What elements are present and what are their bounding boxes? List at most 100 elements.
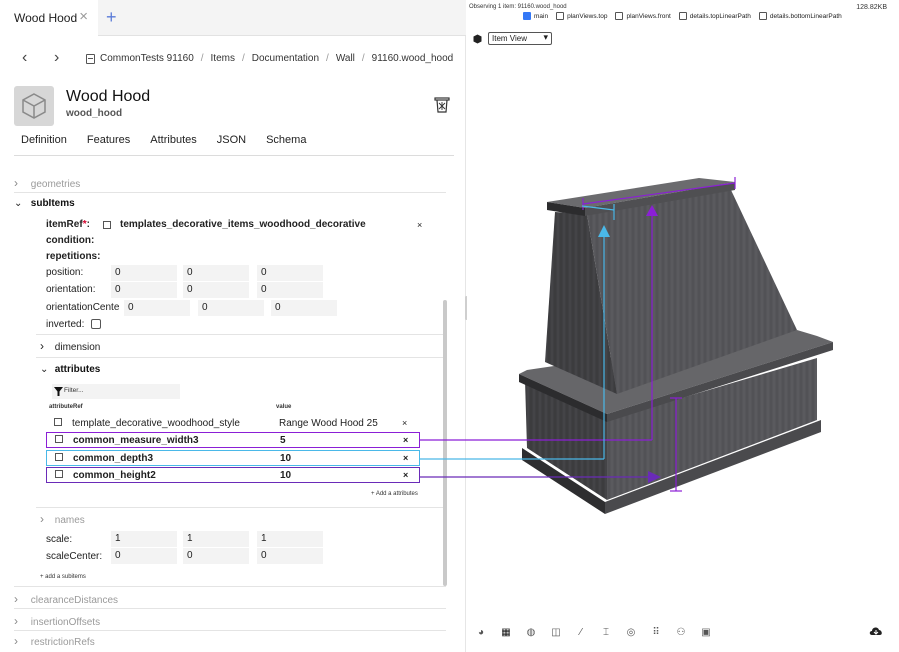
chevron-right-icon: › — [14, 592, 18, 606]
item-id: wood_hood — [66, 108, 123, 119]
remove-attribute-icon[interactable]: × — [403, 435, 408, 445]
attributes-filter[interactable]: Filter... — [52, 384, 180, 399]
section-restriction-refs[interactable]: › restrictionRefs — [14, 634, 444, 648]
attribute-row-highlighted[interactable]: common_measure_width3 5 × — [46, 432, 420, 448]
orientation-z-field[interactable]: 0 — [257, 282, 323, 298]
orientation-center-y-field[interactable]: 0 — [198, 300, 264, 316]
orientation-label: orientation: — [46, 284, 96, 295]
attribute-row[interactable]: template_decorative_woodhood_style Range… — [46, 416, 420, 432]
scrollbar[interactable] — [443, 300, 447, 586]
brush-icon[interactable]: ⁄ — [575, 626, 587, 638]
chevron-right-icon: › — [14, 634, 18, 648]
add-subitem-button[interactable]: + add a subitems — [40, 574, 86, 580]
remove-attribute-icon[interactable]: × — [403, 470, 408, 480]
section-insertion-offsets[interactable]: › insertionOffsets — [14, 614, 444, 628]
orientation-y-field[interactable]: 0 — [183, 282, 249, 298]
divider — [14, 155, 454, 156]
section-clearance-distances[interactable]: › clearanceDistances — [14, 592, 444, 606]
section-geometries[interactable]: › geometries — [14, 176, 444, 190]
chevron-down-icon: ⌄ — [14, 198, 23, 209]
forward-arrow-icon[interactable]: › — [54, 50, 59, 66]
checkbox[interactable] — [758, 12, 767, 20]
position-z-field[interactable]: 0 — [257, 265, 323, 281]
measure-icon[interactable]: ⌶ — [600, 626, 612, 638]
repetitions-label: repetitions: — [46, 251, 101, 262]
path-toggle-bottom-linear[interactable]: details.bottomLinearPath — [758, 12, 842, 20]
cube-icon — [22, 93, 46, 119]
close-tab-icon[interactable]: × — [79, 9, 88, 24]
remove-itemref-icon[interactable]: × — [417, 220, 422, 230]
trash-icon[interactable] — [434, 96, 450, 114]
compass-icon[interactable]: ◍ — [525, 626, 537, 638]
tab-features[interactable]: Features — [87, 134, 130, 146]
scale-center-y-field[interactable]: 0 — [183, 548, 249, 564]
tab-definition[interactable]: Definition — [21, 134, 67, 146]
section-subitems[interactable]: ⌄ subItems — [14, 198, 444, 209]
chevron-right-icon: › — [14, 614, 18, 628]
position-x-field[interactable]: 0 — [111, 265, 177, 281]
tab-schema[interactable]: Schema — [266, 134, 306, 146]
add-attribute-button[interactable]: + Add a attributes — [371, 491, 418, 497]
column-value: value — [276, 404, 292, 410]
checkbox[interactable] — [615, 12, 624, 20]
dots-icon[interactable]: ⠿ — [650, 626, 662, 638]
external-link-icon[interactable] — [55, 435, 63, 443]
checkbox[interactable] — [556, 12, 565, 20]
path-toggle-planviews-front[interactable]: planViews.front — [615, 12, 671, 20]
breadcrumb-wall[interactable]: Wall — [336, 53, 355, 64]
viewer-toolbar: ◕ ▦ ◍ ◫ ⁄ ⌶ ◎ ⠿ ⚇ ▣ — [475, 626, 712, 638]
path-toggle-main[interactable]: main — [523, 12, 548, 20]
position-label: position: — [46, 267, 84, 278]
orientation-center-label: orientationCente — [46, 302, 120, 313]
chevron-right-icon: › — [40, 512, 44, 526]
scale-z-field[interactable]: 1 — [257, 531, 323, 547]
hierarchy-icon[interactable]: ⚇ — [675, 626, 687, 638]
back-arrow-icon[interactable]: ‹ — [22, 50, 27, 66]
3d-viewer-panel: Observing 1 item: 91160.wood_hood 128.82… — [467, 0, 899, 652]
section-attributes[interactable]: ⌄ attributes — [40, 364, 454, 375]
chevron-right-icon: › — [14, 176, 18, 190]
breadcrumb-catalog[interactable]: CommonTests 91160 — [100, 53, 194, 64]
breadcrumb: CommonTests 91160 / Items / Documentatio… — [86, 53, 453, 64]
editor-tabs: Definition Features Attributes JSON Sche… — [21, 134, 306, 146]
section-names[interactable]: › names — [40, 512, 454, 526]
external-link-icon[interactable] — [55, 470, 63, 478]
inverted-checkbox[interactable] — [91, 319, 101, 329]
checkbox[interactable] — [678, 12, 687, 20]
palette-icon[interactable]: ◕ — [475, 626, 487, 638]
tab-attributes[interactable]: Attributes — [150, 134, 196, 146]
scale-center-z-field[interactable]: 0 — [257, 548, 323, 564]
add-tab-icon[interactable]: + — [106, 8, 117, 26]
orientation-x-field[interactable]: 0 — [111, 282, 177, 298]
checkbox[interactable] — [523, 12, 531, 20]
path-toggle-planviews-top[interactable]: planViews.top — [556, 12, 607, 20]
external-link-icon[interactable] — [54, 418, 62, 426]
scale-x-field[interactable]: 1 — [111, 531, 177, 547]
tab-wood-hood[interactable]: Wood Hood × — [0, 0, 98, 36]
scale-center-x-field[interactable]: 0 — [111, 548, 177, 564]
remove-attribute-icon[interactable]: × — [403, 453, 408, 463]
orientation-center-x-field[interactable]: 0 — [124, 300, 190, 316]
scale-center-label: scaleCenter: — [46, 551, 103, 562]
tab-json[interactable]: JSON — [217, 134, 246, 146]
external-link-icon[interactable] — [103, 221, 111, 229]
breadcrumb-items[interactable]: Items — [211, 53, 235, 64]
itemref-value[interactable]: templates_decorative_items_woodhood_deco… — [120, 219, 366, 230]
attribute-row-highlighted[interactable]: common_height2 10 × — [46, 467, 420, 483]
section-dimension[interactable]: › dimension — [40, 339, 454, 353]
external-link-icon[interactable] — [55, 453, 63, 461]
attribute-row-highlighted[interactable]: common_depth3 10 × — [46, 450, 420, 466]
remove-attribute-icon[interactable]: × — [402, 418, 407, 428]
box-icon[interactable]: ◫ — [550, 626, 562, 638]
orientation-center-z-field[interactable]: 0 — [271, 300, 337, 316]
breadcrumb-documentation[interactable]: Documentation — [252, 53, 319, 64]
position-y-field[interactable]: 0 — [183, 265, 249, 281]
page-title: Wood Hood — [66, 88, 151, 105]
path-toggle-top-linear[interactable]: details.topLinearPath — [678, 12, 751, 20]
target-icon[interactable]: ◎ — [625, 626, 637, 638]
cloud-download-icon[interactable] — [869, 626, 883, 636]
wood-hood-model — [519, 178, 833, 514]
grid-icon[interactable]: ▦ — [500, 626, 512, 638]
scale-y-field[interactable]: 1 — [183, 531, 249, 547]
screen-icon[interactable]: ▣ — [700, 626, 712, 638]
